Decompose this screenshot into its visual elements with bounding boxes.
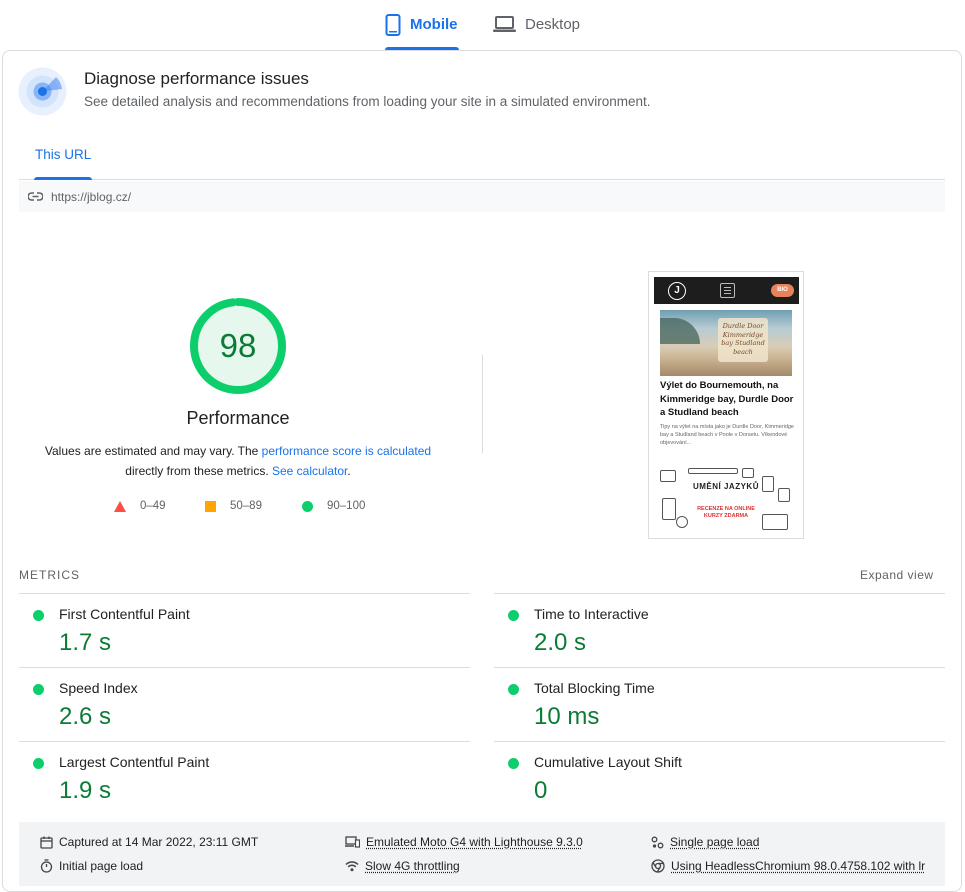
metric-total-blocking-time: Total Blocking Time 10 ms [494,667,945,741]
performance-label: Performance [186,408,290,428]
captured-at: Captured at 14 Mar 2022, 23:11 GMT [40,835,258,849]
metric-name: Largest Contentful Paint [59,754,210,770]
mobile-phone-icon [385,13,401,36]
runtime-settings-footer: Captured at 14 Mar 2022, 23:11 GMT Initi… [19,822,945,886]
tab-mobile[interactable]: Mobile [385,0,459,50]
page-title: Diagnose performance issues [84,69,309,88]
metric-cumulative-layout-shift: Cumulative Layout Shift 0 [494,741,945,815]
metric-name: First Contentful Paint [59,606,190,622]
tested-url: https://jblog.cz/ [51,189,132,204]
laptop-icon [493,16,516,33]
metric-name: Time to Interactive [534,606,649,622]
browser-version[interactable]: Using HeadlessChromium 98.0.4758.102 wit… [651,859,925,873]
orange-square-icon [205,500,216,512]
tab-this-url[interactable]: This URL [33,147,93,180]
tab-desktop-label: Desktop [525,16,581,33]
single-page-load-text: Single page load [670,835,760,849]
network-throttling[interactable]: Slow 4G throttling [345,859,460,873]
metric-value: 10 ms [534,703,600,730]
hamburger-menu-icon [720,283,735,298]
browser-version-text: Using HeadlessChromium 98.0.4758.102 wit… [671,859,926,873]
pass-circle-icon [33,758,44,769]
legend-fail-label: 0–49 [140,500,166,512]
note-suffix: . [347,464,351,478]
see-calculator-link[interactable]: See calculator [272,464,347,478]
metric-value: 2.0 s [534,629,587,656]
metric-largest-contentful-paint: Largest Contentful Paint 1.9 s [19,741,470,815]
metric-value: 0 [534,777,548,804]
tested-url-bar: https://jblog.cz/ [19,181,945,212]
metric-name: Total Blocking Time [534,680,655,696]
beach-image: Durdle Door Kimmeridge bay Studland beac… [660,310,792,376]
thumbnail-ad-banner: UMĚNÍ JAZYKŮ RECENZE NA ONLINE KURZY ZDA… [658,468,794,536]
page-subtitle: See detailed analysis and recommendation… [84,94,651,109]
pass-circle-icon [33,610,44,621]
pass-circle-icon [508,758,519,769]
note-middle: directly from these metrics. [125,464,272,478]
metric-time-to-interactive: Time to Interactive 2.0 s [494,593,945,667]
initial-page-load-text: Initial page load [59,859,144,873]
metric-value: 1.7 s [59,629,112,656]
metric-value: 1.9 s [59,777,112,804]
emulated-device[interactable]: Emulated Moto G4 with Lighthouse 9.3.0 [345,835,583,849]
thumbnail-article-excerpt: Tipy na výlet na místa jako je Durdle Do… [660,424,794,446]
metric-value: 2.6 s [59,703,112,730]
thumbnail-site-header: J BIO [654,277,799,304]
pass-circle-icon [508,684,519,695]
network-throttling-text: Slow 4G throttling [365,859,460,873]
emulated-device-text: Emulated Moto G4 with Lighthouse 9.3.0 [366,835,583,849]
site-logo: J [668,282,686,300]
pass-circle-icon [33,684,44,695]
devices-icon [345,836,360,848]
tab-mobile-label: Mobile [410,16,458,33]
link-icon [27,190,44,204]
url-tabs: This URL [19,136,945,180]
performance-note: Values are estimated and may vary. The p… [30,441,446,481]
calendar-icon [40,836,53,849]
captured-at-text: Captured at 14 Mar 2022, 23:11 GMT [59,835,259,849]
vertical-divider [482,355,483,453]
pass-circle-icon [508,610,519,621]
green-circle-icon [302,500,313,512]
legend-average-label: 50–89 [230,500,262,512]
note-prefix: Values are estimated and may vary. The [44,444,262,458]
tab-desktop[interactable]: Desktop [493,0,580,49]
score-calculated-link[interactable]: performance score is calculated [262,444,431,458]
wifi-icon [345,860,359,872]
chrome-icon [651,859,665,873]
metric-speed-index: Speed Index 2.6 s [19,667,470,741]
red-triangle-icon [114,500,126,512]
metric-name: Cumulative Layout Shift [534,754,682,770]
metrics-heading: METRICS [19,568,80,582]
performance-score: 98 [219,327,257,364]
page-screenshot-thumbnail[interactable]: J BIO Durdle Door Kimmeridge bay Studlan… [648,271,804,539]
metric-name: Speed Index [59,680,138,696]
ad-subtitle: RECENZE NA ONLINE KURZY ZDARMA [697,506,755,519]
beach-image-caption: Durdle Door Kimmeridge bay Studland beac… [721,322,765,356]
session-dots-icon [651,836,664,849]
ad-title: UMĚNÍ JAZYKŮ [692,482,759,491]
thumbnail-article-title: Výlet do Bournemouth, na Kimmeridge bay,… [660,380,794,418]
initial-page-load: Initial page load [40,859,143,873]
single-page-load[interactable]: Single page load [651,835,759,849]
expand-view-button[interactable]: Expand view [860,568,934,582]
metric-first-contentful-paint: First Contentful Paint 1.7 s [19,593,470,667]
legend-pass-label: 90–100 [327,500,366,512]
timer-icon [40,859,53,873]
legend-fail: 0–49 [114,500,166,512]
bio-badge: BIO [771,284,794,297]
diagnose-radar-icon [18,67,67,116]
legend-pass: 90–100 [302,500,365,512]
legend-average: 50–89 [205,500,262,512]
device-tabs: Mobile Desktop [0,0,965,50]
